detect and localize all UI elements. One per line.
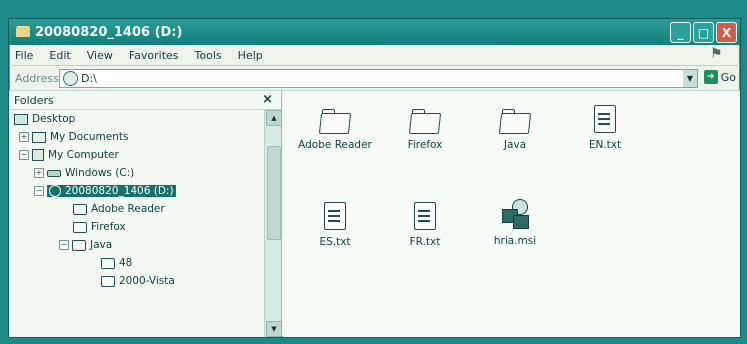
file-item-en-txt[interactable]: EN.txt <box>563 105 647 151</box>
title-bar[interactable]: 20080820_1406 (D:) _ □ X <box>9 19 740 45</box>
folder-icon <box>408 109 442 134</box>
folders-header: Folders × <box>9 91 281 110</box>
selected-node: 20080820_1406 (D:) <box>47 185 176 197</box>
folder-icon <box>318 109 352 134</box>
scroll-thumb[interactable] <box>267 146 281 240</box>
maximize-button[interactable]: □ <box>693 22 714 43</box>
desktop-icon <box>14 113 28 125</box>
address-input[interactable]: D:\ ▼ <box>59 69 698 88</box>
text-file-icon <box>324 202 346 230</box>
menu-edit[interactable]: Edit <box>49 49 70 62</box>
window-title: 20080820_1406 (D:) <box>35 24 183 40</box>
close-button[interactable]: X <box>716 22 737 43</box>
installer-icon <box>500 199 530 229</box>
expand-icon[interactable]: + <box>19 132 29 142</box>
tree-item-firefox[interactable]: Firefox <box>73 221 126 233</box>
drive-icon <box>63 71 78 86</box>
tree-label: My Computer <box>48 149 119 161</box>
go-arrow-icon: ➜ <box>703 70 718 84</box>
go-label: Go <box>720 70 736 84</box>
collapse-icon[interactable]: − <box>34 186 44 196</box>
file-list-pane: Adobe Reader Firefox Java EN.txt ES.txt … <box>283 91 740 337</box>
collapse-icon[interactable]: − <box>19 150 29 160</box>
folders-pane: Folders × Desktop + My Documents − My Co… <box>9 91 282 337</box>
file-item-java[interactable]: Java <box>473 109 557 151</box>
text-file-icon <box>594 105 616 133</box>
address-bar: Address D:\ ▼ ➜ Go <box>9 66 740 91</box>
file-name: Java <box>503 139 527 151</box>
tree-item-2000-vista[interactable]: 2000-Vista <box>101 275 175 287</box>
file-name: ES.txt <box>319 236 351 248</box>
collapse-icon[interactable]: − <box>59 240 69 250</box>
tree-label: Adobe Reader <box>91 203 165 215</box>
tree-item-48[interactable]: 48 <box>101 257 132 269</box>
tree-item-my-computer[interactable]: − My Computer <box>19 149 119 161</box>
tree-label: Desktop <box>32 113 76 125</box>
menu-help[interactable]: Help <box>238 49 263 62</box>
folders-scrollbar[interactable]: ▲ ▼ <box>264 110 282 337</box>
folder-icon <box>73 203 87 215</box>
hard-drive-icon <box>47 169 61 177</box>
go-button[interactable]: ➜ Go <box>703 70 736 84</box>
menu-favorites[interactable]: Favorites <box>129 49 179 62</box>
address-value: D:\ <box>81 72 97 85</box>
close-folders-button[interactable]: × <box>262 92 273 107</box>
file-item-adobe-reader[interactable]: Adobe Reader <box>293 109 377 151</box>
tree-label: My Documents <box>50 131 129 143</box>
windows-logo-icon: ⚑ <box>710 46 723 62</box>
menu-bar: File Edit View Favorites Tools Help ⚑ <box>9 45 740 66</box>
tree-label: 2000-Vista <box>119 275 175 287</box>
file-item-fr-txt[interactable]: FR.txt <box>383 202 467 248</box>
tree-label: Java <box>90 239 113 251</box>
address-dropdown-icon[interactable]: ▼ <box>683 70 697 87</box>
menu-view[interactable]: View <box>87 49 113 62</box>
address-label: Address <box>15 71 59 85</box>
file-name: FR.txt <box>409 236 441 248</box>
tree-label: Firefox <box>91 221 126 233</box>
file-name: Adobe Reader <box>298 139 372 151</box>
tree-label: 48 <box>119 257 133 269</box>
folder-icon <box>73 221 87 233</box>
file-item-es-txt[interactable]: ES.txt <box>293 202 377 248</box>
scroll-down-icon[interactable]: ▼ <box>266 321 282 337</box>
tree-item-drive-d[interactable]: − 20080820_1406 (D:) <box>34 185 176 197</box>
file-name: hria.msi <box>493 235 537 247</box>
folders-title: Folders <box>14 93 54 107</box>
tree-item-windows-c[interactable]: + Windows (C:) <box>34 167 134 179</box>
explorer-window: 20080820_1406 (D:) _ □ X File Edit View … <box>8 18 741 338</box>
folder-icon <box>101 257 115 269</box>
tree-item-java[interactable]: − Java <box>59 239 112 251</box>
tree-label: 20080820_1406 (D:) <box>65 185 174 197</box>
file-item-firefox[interactable]: Firefox <box>383 109 467 151</box>
file-name: EN.txt <box>588 139 622 151</box>
folder-icon <box>72 239 86 251</box>
tree-label: Windows (C:) <box>65 167 135 179</box>
scroll-up-icon[interactable]: ▲ <box>266 110 282 126</box>
expand-icon[interactable]: + <box>34 168 44 178</box>
window-controls: _ □ X <box>670 22 737 43</box>
folder-icon <box>16 27 30 37</box>
menu-tools[interactable]: Tools <box>195 49 222 62</box>
folder-icon <box>498 109 532 134</box>
tree-item-desktop[interactable]: Desktop <box>14 113 75 125</box>
text-file-icon <box>414 202 436 230</box>
tree-item-my-documents[interactable]: + My Documents <box>19 131 128 143</box>
tree-item-adobe-reader[interactable]: Adobe Reader <box>73 203 165 215</box>
documents-icon <box>32 131 46 143</box>
folder-icon <box>101 275 115 287</box>
file-name: Firefox <box>407 139 443 151</box>
computer-icon <box>32 149 44 161</box>
menu-file[interactable]: File <box>15 49 33 62</box>
minimize-button[interactable]: _ <box>670 22 691 43</box>
file-item-hria-msi[interactable]: hria.msi <box>473 199 557 247</box>
cd-drive-icon <box>49 185 61 197</box>
